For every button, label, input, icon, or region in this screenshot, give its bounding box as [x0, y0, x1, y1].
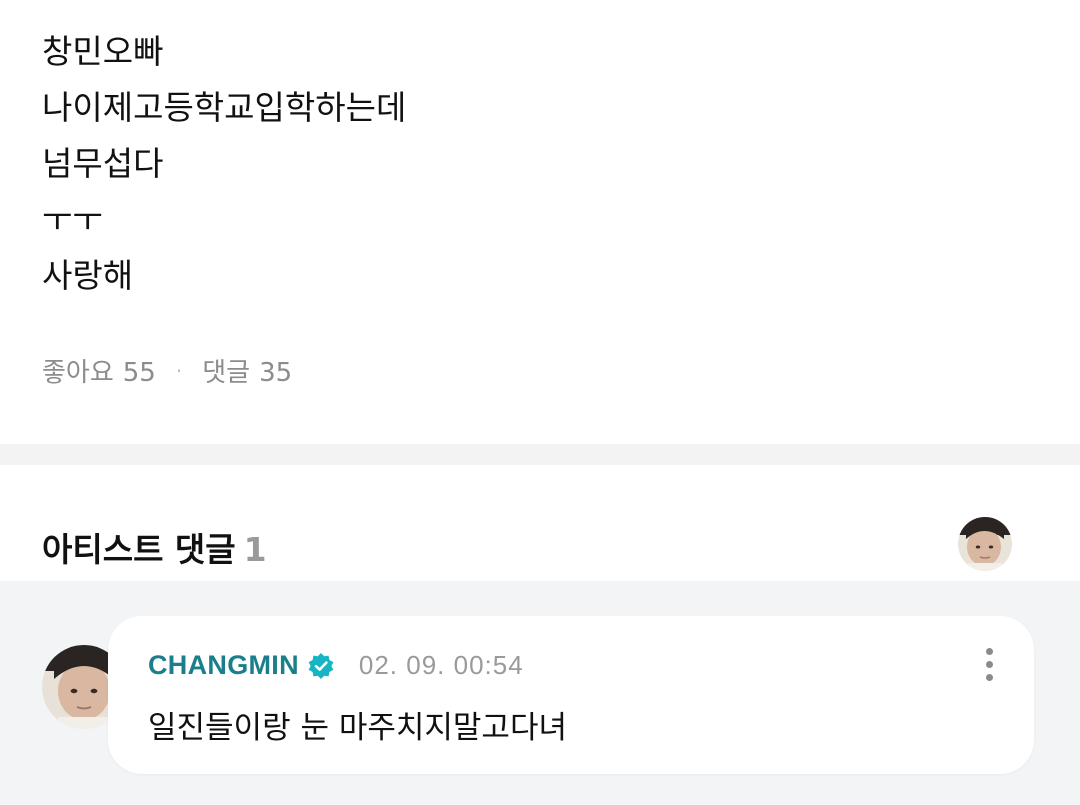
comment-text: 일진들이랑 눈 마주치지말고다녀 — [148, 710, 567, 746]
post-line: 사랑해 — [42, 256, 134, 295]
post-content: 창민오빠 나이제고등학교입학하는데 넘무섭다 ㅜㅜ 사랑해 좋아요 55 · 댓글… — [0, 0, 1080, 444]
post-body: 창민오빠 나이제고등학교입학하는데 넘무섭다 ㅜㅜ 사랑해 — [42, 24, 406, 304]
artist-comments-header: 아티스트 댓글 1 — [0, 465, 1080, 581]
comment-author[interactable]: CHANGMIN — [148, 650, 299, 681]
comments-stat[interactable]: 댓글 35 — [202, 352, 292, 389]
artist-comments-title: 아티스트 댓글 — [42, 530, 236, 569]
post-line: 나이제고등학교입학하는데 — [42, 88, 407, 127]
section-divider — [0, 444, 1080, 465]
artist-comments-count: 1 — [243, 530, 267, 569]
likes-label: 좋아요 — [42, 358, 114, 388]
comment-timestamp: 02. 09. 00:54 — [358, 650, 524, 680]
post-line: 창민오빠 — [42, 32, 164, 71]
stats-separator: · — [175, 358, 183, 383]
comments-count: 35 — [259, 358, 293, 388]
post-line: ㅜㅜ — [42, 200, 103, 239]
more-options-icon[interactable] — [982, 648, 996, 688]
likes-count: 55 — [122, 358, 156, 388]
section-title: 아티스트 댓글 1 — [42, 523, 267, 571]
post-stats: 좋아요 55 · 댓글 35 — [42, 352, 292, 389]
comments-label: 댓글 — [202, 358, 251, 388]
verified-badge-icon — [307, 652, 335, 680]
avatar[interactable] — [958, 517, 1012, 571]
post-line: 넘무섭다 — [42, 144, 164, 183]
comment-bubble: CHANGMIN 02. 09. 00:54 일진들이랑 눈 마주치지말고다녀 — [108, 616, 1034, 774]
comment-header: CHANGMIN 02. 09. 00:54 — [148, 650, 524, 681]
artist-comment-list: CHANGMIN 02. 09. 00:54 일진들이랑 눈 마주치지말고다녀 — [0, 581, 1080, 805]
likes-stat[interactable]: 좋아요 55 — [42, 352, 156, 389]
